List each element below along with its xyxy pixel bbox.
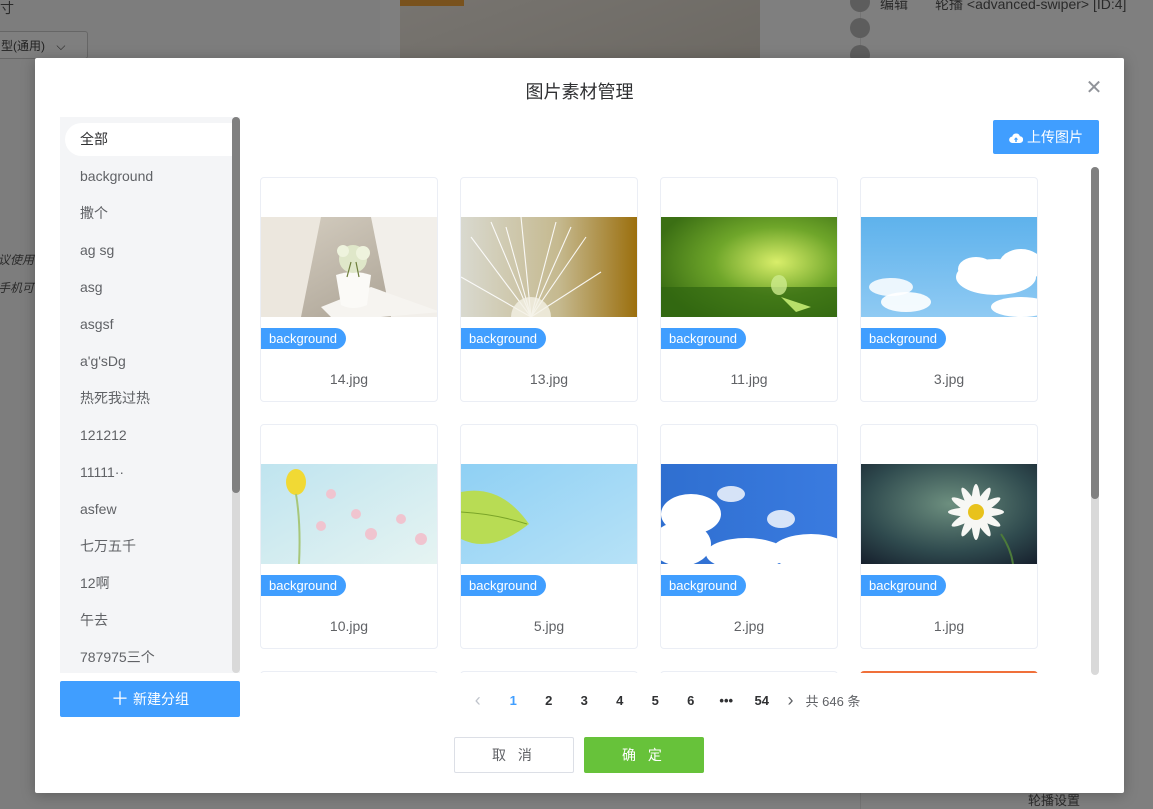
image-thumbnail[interactable] — [861, 217, 1037, 317]
page-number[interactable]: 2 — [531, 693, 567, 708]
image-filename: 5.jpg — [533, 618, 565, 634]
total-count: 共 646 条 — [805, 693, 861, 709]
plus-icon: ＋ — [111, 689, 129, 709]
group-tag: background — [861, 575, 946, 596]
page-number[interactable]: 54 — [744, 693, 780, 708]
page-number[interactable]: 1 — [496, 693, 532, 708]
image-filename: 10.jpg — [329, 618, 369, 634]
image-filename: 14.jpg — [329, 371, 369, 387]
image-thumbnail[interactable] — [461, 464, 637, 564]
group-list: 全部 background 撒个 ag sg asg asgsf a'g'sDg 热死我过热 1… — [60, 117, 240, 673]
image-card[interactable]: background 1.jpg — [860, 424, 1038, 649]
image-thumbnail[interactable] — [261, 464, 437, 565]
image-thumbnail[interactable] — [661, 217, 837, 317]
image-card[interactable]: background 10.jpg — [260, 424, 438, 649]
group-scrollbar-thumb[interactable] — [232, 117, 240, 493]
confirm-button[interactable]: 确 定 — [584, 737, 704, 773]
cancel-button[interactable]: 取 消 — [454, 737, 574, 773]
group-tag: background — [861, 328, 946, 349]
group-tag: background — [461, 328, 546, 349]
image-grid: background 14.jpg background 13.jpg backgrou… — [260, 177, 1070, 673]
image-card[interactable] — [660, 671, 838, 673]
grid-scrollbar[interactable] — [1091, 167, 1099, 675]
image-card[interactable]: background 14.jpg — [260, 177, 438, 402]
group-list-panel: 全部 background 撒个 ag sg asg asgsf a'g'sDg 热死我过热 1… — [60, 117, 240, 673]
new-group-label: 新建分组 — [133, 691, 189, 707]
image-filename: 3.jpg — [933, 371, 965, 387]
image-filename: 11.jpg — [730, 371, 768, 387]
image-card[interactable]: background 5.jpg — [460, 424, 638, 649]
group-item[interactable]: background — [60, 158, 240, 195]
group-item[interactable]: 全部 — [65, 123, 232, 156]
group-item[interactable]: ag sg — [60, 232, 240, 269]
group-tag: background — [661, 328, 746, 349]
group-item[interactable]: 七万五千 — [60, 528, 240, 565]
dialog-title: 图片素材管理 — [525, 82, 634, 102]
group-item[interactable]: 787975三个 — [60, 639, 240, 673]
image-filename: 1.jpg — [933, 618, 965, 634]
image-filename: 13.jpg — [529, 371, 569, 387]
image-card[interactable]: background 2.jpg — [660, 424, 838, 649]
group-tag: background — [261, 328, 346, 349]
more-pages-icon[interactable]: ••• — [709, 693, 745, 708]
group-item[interactable]: 午去 — [60, 602, 240, 639]
group-item[interactable]: asg — [60, 269, 240, 306]
group-item[interactable]: 撒个 — [60, 195, 240, 232]
page-number[interactable]: 5 — [638, 693, 674, 708]
image-library-dialog: 图片素材管理 ✕ 上传图片 全部 background 撒个 ag sg asg asgs… — [35, 58, 1124, 793]
image-card[interactable] — [860, 671, 1038, 673]
image-card[interactable] — [460, 671, 638, 673]
new-group-button[interactable]: ＋新建分组 — [60, 681, 240, 717]
image-thumbnail[interactable] — [661, 464, 837, 570]
upload-image-label: 上传图片 — [1027, 129, 1083, 145]
image-thumbnail[interactable] — [461, 216, 637, 337]
group-tag: background — [261, 575, 346, 596]
pagination: ‹ 1 2 3 4 5 6 ••• 54 › 共 646 条 — [460, 689, 861, 711]
upload-image-button[interactable]: 上传图片 — [993, 120, 1099, 154]
group-item[interactable]: asgsf — [60, 306, 240, 343]
group-item[interactable]: 121212 — [60, 417, 240, 454]
image-card[interactable]: background 11.jpg — [660, 177, 838, 402]
group-tag: background — [661, 575, 746, 596]
cloud-upload-icon — [1009, 133, 1024, 144]
group-scrollbar[interactable] — [232, 117, 240, 673]
image-card[interactable]: background 3.jpg — [860, 177, 1038, 402]
image-filename: 2.jpg — [733, 618, 765, 634]
group-tag: background — [461, 575, 546, 596]
image-card[interactable] — [260, 671, 438, 673]
group-item[interactable]: 热死我过热 — [60, 380, 240, 417]
group-item[interactable]: asfew — [60, 491, 240, 528]
group-item[interactable]: 11111·· — [60, 454, 240, 491]
grid-scrollbar-thumb[interactable] — [1091, 167, 1099, 499]
group-item[interactable]: a'g'sDg — [60, 343, 240, 380]
image-card[interactable]: background 13.jpg — [460, 177, 638, 402]
chevron-right-icon[interactable]: › — [780, 690, 802, 711]
page-number[interactable]: 4 — [602, 693, 638, 708]
close-icon[interactable]: ✕ — [1084, 78, 1104, 98]
page-number[interactable]: 6 — [673, 693, 709, 708]
image-thumbnail[interactable] — [261, 217, 437, 317]
page-number[interactable]: 3 — [567, 693, 603, 708]
chevron-left-icon[interactable]: ‹ — [460, 690, 496, 711]
group-item[interactable]: 12啊 — [60, 565, 240, 602]
image-thumbnail[interactable] — [861, 464, 1037, 565]
